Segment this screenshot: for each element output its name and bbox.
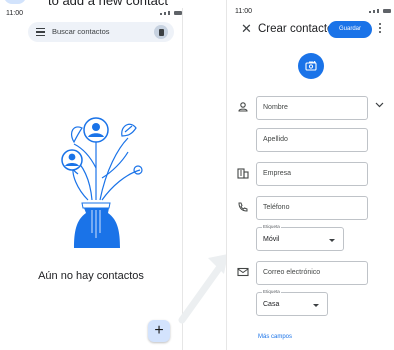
first-name-field[interactable]: Nombre	[256, 96, 368, 120]
battery-icon	[174, 11, 182, 15]
transition-arrow	[178, 254, 228, 324]
status-time: 11:00	[235, 8, 252, 15]
battery-icon	[383, 9, 391, 13]
chevron-down-icon[interactable]	[375, 102, 384, 108]
menu-icon[interactable]	[36, 28, 45, 36]
add-contact-button[interactable]: +	[148, 320, 170, 342]
more-fields-link[interactable]: Más campos	[258, 334, 292, 340]
business-icon	[237, 168, 249, 179]
dropdown-arrow-icon	[329, 239, 335, 242]
email-icon	[237, 267, 249, 277]
account-icon	[158, 28, 164, 36]
caption-highlight	[4, 0, 26, 4]
first-name-placeholder: Nombre	[263, 104, 288, 111]
company-placeholder: Empresa	[263, 170, 292, 177]
search-input[interactable]: Buscar contactos	[52, 27, 110, 36]
add-photo-button[interactable]	[298, 53, 324, 79]
search-bar[interactable]: Buscar contactos	[28, 22, 174, 42]
instruction-caption: to add a new contact	[48, 0, 168, 8]
account-avatar[interactable]	[154, 25, 168, 39]
contacts-empty-screen: 11:00 Buscar contactos Aún no hay contac…	[0, 8, 183, 350]
dropdown-arrow-icon	[313, 304, 319, 307]
status-time: 11:00	[6, 10, 23, 17]
empty-state-message: Aún no hay contactos	[38, 270, 144, 282]
phone-label-caption: Etiqueta	[262, 224, 281, 230]
status-icons	[160, 11, 182, 15]
email-placeholder: Correo electrónico	[263, 269, 321, 276]
last-name-field[interactable]: Apellido	[256, 128, 368, 152]
status-icons	[369, 9, 391, 13]
person-icon	[238, 102, 248, 112]
page-title: Crear contacto	[258, 23, 334, 35]
email-label-caption: Etiqueta	[262, 289, 281, 295]
last-name-placeholder: Apellido	[263, 136, 288, 143]
company-field[interactable]: Empresa	[256, 162, 368, 186]
close-button[interactable]: ✕	[241, 22, 252, 36]
phone-label-select[interactable]: Etiqueta Móvil	[256, 224, 344, 251]
save-button[interactable]: Guardar	[328, 21, 372, 38]
phone-placeholder: Teléfono	[263, 204, 290, 211]
email-field[interactable]: Correo electrónico	[256, 261, 368, 285]
add-photo-icon	[305, 61, 317, 71]
phone-icon	[238, 202, 248, 212]
more-options-icon[interactable]	[379, 23, 382, 35]
email-label-select[interactable]: Etiqueta Casa	[256, 289, 328, 316]
create-contact-screen: 11:00 ✕ Crear contacto Guardar Nombre Ap…	[226, 0, 394, 350]
email-label-value: Casa	[263, 301, 280, 308]
empty-contacts-illustration	[61, 117, 143, 248]
phone-label-value: Móvil	[263, 236, 280, 243]
phone-field[interactable]: Teléfono	[256, 196, 368, 220]
